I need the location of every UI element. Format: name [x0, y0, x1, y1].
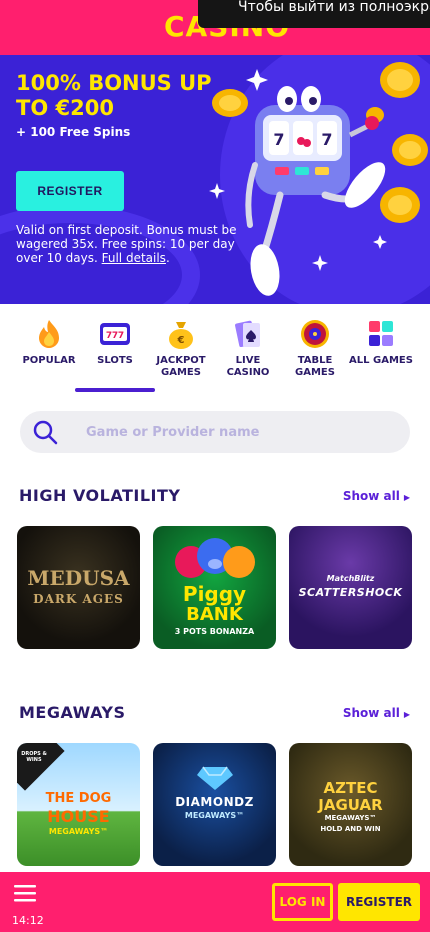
tab-label: LIVE CASINO — [226, 355, 270, 378]
diamond-icon — [197, 766, 233, 790]
game-title: THE DOG — [45, 791, 112, 806]
flame-icon — [39, 320, 59, 348]
search-input[interactable] — [86, 411, 396, 453]
tab-table-games[interactable]: TABLE GAMES — [282, 318, 348, 379]
tab-slots[interactable]: 7 7 7 SLOTS — [82, 318, 148, 367]
game-tile-the-dog-house-megaways[interactable]: DROPS & WINS THE DOG HOUSE MEGAWAYS™ — [17, 743, 140, 866]
game-tile-medusa-dark-ages[interactable]: MEDUSA DARK AGES — [17, 526, 140, 649]
footer-register-button[interactable]: REGISTER — [338, 883, 420, 921]
game-subtitle: MEGAWAYS™ — [324, 814, 377, 822]
fullscreen-exit-notice: Чтобы выйти из полноэкран — [198, 0, 430, 28]
game-subtitle: MEGAWAYS™ — [48, 827, 109, 836]
show-all-megaways-link[interactable]: Show all ▶ — [343, 706, 410, 720]
clock-time: 14:12 — [12, 914, 44, 927]
section-title-high-volatility: HIGH VOLATILITY — [19, 486, 181, 505]
game-feature-label: HOLD AND WIN — [320, 825, 381, 833]
svg-text:7: 7 — [118, 331, 124, 341]
top-header: CASINO Чтобы выйти из полноэкран — [0, 0, 430, 55]
hamburger-menu-icon[interactable] — [14, 884, 36, 902]
show-all-label: Show all — [342, 706, 400, 720]
bonus-terms: Valid on first deposit. Bonus must be wa… — [16, 223, 264, 265]
game-title-line2: HOUSE — [47, 807, 110, 826]
game-subtitle: 3 POTS BONANZA — [174, 627, 255, 636]
tab-label: JACKPOT GAMES — [156, 355, 206, 378]
tab-jackpot-games[interactable]: € JACKPOT GAMES — [148, 318, 214, 379]
page: CASINO Чтобы выйти из полноэкран — [0, 0, 430, 932]
svg-text:7: 7 — [321, 130, 332, 149]
play-arrow-icon: ▶ — [403, 493, 410, 502]
svg-text:7: 7 — [273, 130, 284, 149]
game-title-line2: BANK — [186, 604, 243, 625]
section-title-megaways: MEGAWAYS — [19, 703, 126, 722]
game-title: DIAMONDZ — [175, 795, 254, 809]
bonus-headline: 100% BONUS UP TO €200 — [16, 71, 212, 120]
money-bag-icon: € — [169, 322, 193, 349]
tab-all-games[interactable]: ALL GAMES — [348, 318, 414, 367]
game-title: SCATTERSHOCK — [298, 586, 403, 599]
show-all-label: Show all — [342, 489, 400, 503]
search-icon[interactable] — [32, 419, 58, 445]
game-subtitle: DARK AGES — [33, 592, 124, 606]
game-subtitle: MEGAWAYS™ — [184, 811, 245, 820]
game-title: AZTEC — [323, 779, 378, 797]
playing-cards-icon — [235, 320, 260, 348]
tab-popular[interactable]: POPULAR — [16, 318, 82, 367]
game-title: Piggy — [182, 582, 247, 606]
tab-live-casino[interactable]: LIVE CASINO — [215, 318, 281, 379]
play-arrow-icon: ▶ — [403, 710, 410, 719]
active-tab-indicator — [75, 388, 155, 392]
svg-text:€: € — [177, 335, 185, 346]
game-title: MEDUSA — [27, 566, 130, 590]
bonus-free-spins: + 100 Free Spins — [16, 125, 131, 139]
bonus-terms-end: . — [165, 251, 170, 265]
game-search-bar — [20, 411, 410, 453]
game-provider: MatchBlitz — [326, 574, 375, 583]
banner-register-button[interactable]: REGISTER — [16, 171, 124, 211]
category-tabs: POPULAR 7 7 7 SLOTS € JACKPOT GAMES LIVE… — [0, 304, 430, 396]
game-tile-aztec-jaguar-megaways[interactable]: AZTEC JAGUAR MEGAWAYS™ HOLD AND WIN — [289, 743, 412, 866]
tab-label: SLOTS — [97, 355, 133, 366]
show-all-high-volatility-link[interactable]: Show all ▶ — [343, 489, 410, 503]
login-button[interactable]: LOG IN — [272, 883, 333, 921]
slot-machine-icon: 7 7 7 — [100, 323, 130, 345]
game-tile-scattershock[interactable]: MatchBlitz SCATTERSHOCK — [289, 526, 412, 649]
game-tile-diamondz-megaways[interactable]: DIAMONDZ MEGAWAYS™ — [153, 743, 276, 866]
roulette-icon — [301, 320, 329, 348]
full-details-link[interactable]: Full details — [102, 251, 166, 265]
bottom-bar: 14:12 LOG IN REGISTER — [0, 872, 430, 932]
tab-label: ALL GAMES — [349, 355, 413, 366]
pig-characters-illustration — [175, 538, 255, 578]
game-title-line2: JAGUAR — [318, 796, 383, 814]
promo-banner: 7 7 100% BONUS UP TO €200 + 100 Free Spi — [0, 55, 430, 304]
tab-label: POPULAR — [22, 355, 76, 366]
game-tile-piggy-bank[interactable]: Piggy BANK 3 POTS BONANZA — [153, 526, 276, 649]
grid-icon — [369, 321, 393, 346]
drops-and-wins-label: DROPS & WINS — [21, 751, 47, 763]
tab-label: TABLE GAMES — [295, 355, 335, 378]
